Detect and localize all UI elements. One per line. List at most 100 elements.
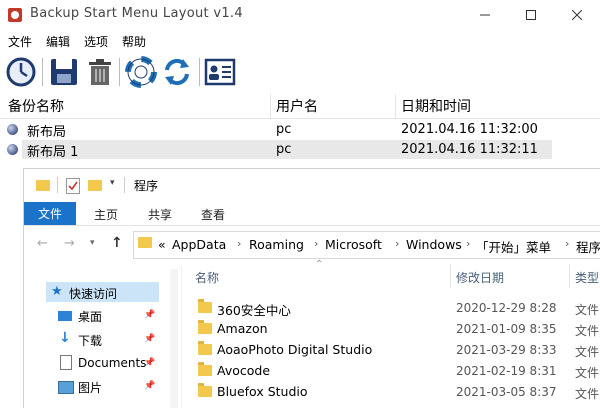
- folder-icon: [198, 341, 212, 355]
- list-item[interactable]: AoaoPhoto Digital Studio 2021-03-29 8:33…: [189, 340, 600, 360]
- file-date: 2021-02-19 8:31: [456, 364, 557, 378]
- folder-icon: [198, 362, 212, 376]
- toolbar-separator: [119, 58, 120, 86]
- column-date-modified[interactable]: 修改日期: [456, 269, 504, 286]
- nav-item-downloads[interactable]: 下载: [78, 332, 102, 349]
- qat-separator: [124, 177, 125, 193]
- file-type: 文件: [575, 387, 600, 401]
- folder-icon: [198, 299, 212, 313]
- close-button[interactable]: [554, 0, 600, 30]
- documents-icon: [60, 355, 72, 370]
- save-button[interactable]: [47, 55, 81, 89]
- lifebuoy-icon: [125, 56, 157, 88]
- file-name: 360安全中心: [217, 303, 291, 318]
- contact-button[interactable]: [203, 55, 237, 89]
- column-divider[interactable]: [270, 94, 271, 118]
- breadcrumb-overflow[interactable]: «: [158, 237, 166, 252]
- file-date: 2021-03-29 8:33: [456, 343, 557, 357]
- column-divider[interactable]: [569, 264, 570, 288]
- breadcrumb-appdata[interactable]: AppData: [172, 237, 226, 252]
- column-divider[interactable]: [395, 94, 396, 118]
- file-date: 2020-12-29 8:28: [456, 301, 557, 315]
- nav-scrollbar[interactable]: [170, 269, 178, 408]
- qat-separator: [57, 177, 58, 193]
- properties-icon[interactable]: [66, 178, 80, 194]
- tab-share[interactable]: 共享: [148, 206, 172, 223]
- help-button[interactable]: [124, 55, 158, 89]
- breadcrumb-windows[interactable]: Windows: [406, 237, 462, 252]
- list-item[interactable]: Bluefox Studio 2021-03-05 8:37 文件: [189, 382, 600, 402]
- menu-options[interactable]: 选项: [84, 33, 108, 50]
- explorer-title: 程序: [134, 179, 159, 193]
- restore-button[interactable]: [4, 55, 38, 89]
- list-item[interactable]: Amazon 2021-01-09 8:35 文件: [189, 319, 600, 339]
- minimize-button[interactable]: [462, 0, 508, 30]
- menu-file[interactable]: 文件: [8, 33, 32, 50]
- row-user: pc: [276, 122, 292, 137]
- row-name: 新布局: [27, 125, 67, 140]
- row-name: 新布局 1: [27, 145, 79, 160]
- clock-restore-icon: [6, 57, 36, 87]
- file-name: Bluefox Studio: [217, 384, 308, 399]
- file-type: 文件: [575, 303, 600, 317]
- minimize-icon: [480, 14, 490, 16]
- file-type: 文件: [575, 345, 600, 359]
- app-icon: [8, 8, 22, 22]
- pin-icon[interactable]: 📌: [144, 381, 155, 391]
- pane-divider[interactable]: [181, 266, 182, 408]
- pin-icon[interactable]: 📌: [144, 358, 155, 368]
- file-date: 2021-03-05 8:37: [456, 385, 557, 399]
- save-icon: [51, 59, 77, 85]
- pin-icon[interactable]: 📌: [144, 310, 155, 320]
- breadcrumb-start-menu[interactable]: 「开始」菜单: [476, 237, 551, 256]
- column-user[interactable]: 用户名: [276, 96, 318, 116]
- breadcrumb-programs[interactable]: 程序: [576, 237, 600, 256]
- up-arrow-icon[interactable]: ↑: [111, 235, 123, 251]
- recent-dropdown-icon[interactable]: ▾: [90, 238, 95, 248]
- new-folder-icon[interactable]: [88, 180, 102, 191]
- menu-edit[interactable]: 编辑: [46, 33, 70, 50]
- close-icon: [572, 10, 582, 20]
- download-icon: ↓: [59, 330, 71, 346]
- breadcrumb-chevron-icon[interactable]: ›: [237, 237, 241, 250]
- pictures-icon: [58, 381, 74, 394]
- breadcrumb-microsoft[interactable]: Microsoft: [325, 237, 382, 252]
- row-datetime: 2021.04.16 11:32:11: [401, 142, 538, 157]
- breadcrumb-chevron-icon[interactable]: ›: [565, 237, 569, 250]
- list-item[interactable]: Avocode 2021-02-19 8:31 文件: [189, 361, 600, 381]
- file-name: Avocode: [217, 363, 271, 378]
- row-datetime: 2021.04.16 11:32:00: [401, 122, 538, 137]
- file-name: Amazon: [217, 321, 268, 336]
- pin-icon[interactable]: 📌: [144, 334, 155, 344]
- column-divider[interactable]: [450, 264, 451, 288]
- refresh-icon: [165, 58, 189, 86]
- delete-button[interactable]: [83, 55, 117, 89]
- breadcrumb-chevron-icon[interactable]: ›: [466, 237, 470, 250]
- forward-arrow-icon[interactable]: →: [64, 236, 75, 251]
- file-type: 文件: [575, 324, 600, 338]
- column-datetime[interactable]: 日期和时间: [401, 96, 471, 116]
- tab-file[interactable]: 文件: [24, 202, 76, 225]
- breadcrumb-chevron-icon[interactable]: ›: [395, 237, 399, 250]
- nav-item-pictures[interactable]: 图片: [78, 379, 102, 396]
- column-name[interactable]: 名称: [195, 269, 219, 286]
- window-title: Backup Start Menu Layout v1.4: [30, 6, 243, 21]
- menu-help[interactable]: 帮助: [122, 33, 146, 50]
- qat-dropdown-icon[interactable]: ▾: [110, 178, 115, 188]
- list-item[interactable]: 360安全中心 2020-12-29 8:28 文件: [189, 298, 600, 318]
- nav-item-desktop[interactable]: 桌面: [78, 308, 102, 325]
- tab-view[interactable]: 查看: [201, 206, 225, 223]
- refresh-button[interactable]: [160, 55, 194, 89]
- breadcrumb-roaming[interactable]: Roaming: [249, 237, 304, 252]
- column-type[interactable]: 类型: [575, 269, 599, 286]
- file-type: 文件: [575, 366, 600, 380]
- back-arrow-icon[interactable]: ←: [37, 236, 48, 251]
- tab-home[interactable]: 主页: [94, 206, 118, 223]
- nav-item-documents[interactable]: Documents: [78, 356, 146, 370]
- maximize-button[interactable]: [508, 0, 554, 30]
- toolbar-separator: [42, 58, 43, 86]
- maximize-icon: [526, 10, 536, 20]
- trash-icon: [89, 59, 111, 85]
- column-backup-name[interactable]: 备份名称: [8, 96, 64, 116]
- breadcrumb-chevron-icon[interactable]: ›: [314, 237, 318, 250]
